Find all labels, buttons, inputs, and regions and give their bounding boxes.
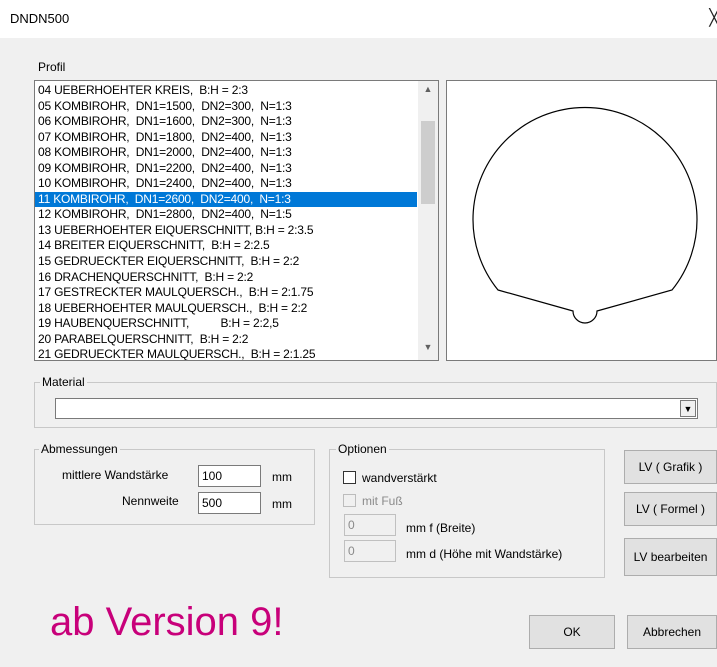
list-item[interactable]: 04 UEBERHOEHTER KREIS, B:H = 2:3 — [35, 83, 417, 99]
abbrechen-button[interactable]: Abbrechen — [627, 615, 717, 649]
list-item[interactable]: 13 UEBERHOEHTER EIQUERSCHNITT, B:H = 2:3… — [35, 223, 417, 239]
chevron-down-icon[interactable]: ▼ — [680, 400, 696, 417]
profile-label: Profil — [38, 60, 66, 74]
list-item[interactable]: 14 BREITER EIQUERSCHNITT, B:H = 2:2.5 — [35, 238, 417, 254]
scroll-down-icon[interactable]: ▼ — [418, 342, 438, 360]
title-bar: DNDN500 ╳ — [0, 0, 717, 38]
list-item[interactable]: 17 GESTRECKTER MAULQUERSCH., B:H = 2:1.7… — [35, 285, 417, 301]
lv-grafik-button[interactable]: LV ( Grafik ) — [624, 450, 717, 484]
wandstaerke-unit: mm — [272, 470, 292, 484]
wandverstaerkt-label: wandverstärkt — [362, 471, 437, 485]
version-promo-text: ab Version 9! — [50, 600, 284, 644]
d-hoehe-input[interactable]: 0 — [344, 540, 396, 562]
list-item[interactable]: 20 PARABELQUERSCHNITT, B:H = 2:2 — [35, 332, 417, 348]
list-item[interactable]: 05 KOMBIROHR, DN1=1500, DN2=300, N=1:3 — [35, 99, 417, 115]
ok-button[interactable]: OK — [529, 615, 615, 649]
abmessungen-label: Abmessungen — [39, 442, 120, 456]
profile-scrollbar[interactable]: ▲ ▼ — [418, 81, 438, 360]
list-item[interactable]: 18 UEBERHOEHTER MAULQUERSCH., B:H = 2:2 — [35, 301, 417, 317]
list-item[interactable]: 12 KOMBIROHR, DN1=2800, DN2=400, N=1:5 — [35, 207, 417, 223]
scroll-thumb[interactable] — [421, 121, 435, 204]
nennweite-label: Nennweite — [122, 494, 179, 508]
window-title: DNDN500 — [10, 11, 70, 26]
list-item[interactable]: 07 KOMBIROHR, DN1=1800, DN2=400, N=1:3 — [35, 130, 417, 146]
d-hoehe-label: mm d (Höhe mit Wandstärke) — [406, 547, 563, 561]
abmessungen-group — [34, 449, 315, 525]
list-item[interactable]: 06 KOMBIROHR, DN1=1600, DN2=300, N=1:3 — [35, 114, 417, 130]
list-item[interactable]: 11 KOMBIROHR, DN1=2600, DN2=400, N=1:3 — [35, 191, 417, 208]
wandstaerke-label: mittlere Wandstärke — [62, 468, 169, 482]
wandverstaerkt-checkbox[interactable] — [343, 471, 356, 484]
profile-shape-icon — [472, 106, 698, 324]
list-item[interactable]: 15 GEDRUECKTER EIQUERSCHNITT, B:H = 2:2 — [35, 254, 417, 270]
list-item[interactable]: 08 KOMBIROHR, DN1=2000, DN2=400, N=1:3 — [35, 145, 417, 161]
list-item[interactable]: 21 GEDRUECKTER MAULQUERSCH., B:H = 2:1.2… — [35, 347, 417, 360]
list-item[interactable]: 19 HAUBENQUERSCHNITT, B:H = 2:2,5 — [35, 316, 417, 332]
list-item[interactable]: 10 KOMBIROHR, DN1=2400, DN2=400, N=1:3 — [35, 176, 417, 192]
profile-listbox[interactable]: 04 UEBERHOEHTER KREIS, B:H = 2:3 05 KOMBI… — [34, 80, 439, 361]
close-icon[interactable]: ╳ — [709, 8, 717, 28]
lv-formel-button[interactable]: LV ( Formel ) — [624, 492, 717, 526]
list-item[interactable]: 16 DRACHENQUERSCHNITT, B:H = 2:2 — [35, 270, 417, 286]
scroll-up-icon[interactable]: ▲ — [418, 84, 438, 102]
mit-fuss-label: mit Fuß — [362, 494, 403, 508]
nennweite-input[interactable]: 500 — [198, 492, 261, 514]
optionen-label: Optionen — [336, 442, 389, 456]
profile-list: 04 UEBERHOEHTER KREIS, B:H = 2:3 05 KOMBI… — [35, 83, 417, 360]
material-label: Material — [40, 375, 87, 389]
material-select[interactable]: ▼ — [55, 398, 698, 419]
f-breite-label: mm f (Breite) — [406, 521, 476, 535]
list-item[interactable]: 09 KOMBIROHR, DN1=2200, DN2=400, N=1:3 — [35, 161, 417, 177]
wandstaerke-input[interactable]: 100 — [198, 465, 261, 487]
nennweite-unit: mm — [272, 497, 292, 511]
profile-preview — [446, 80, 717, 361]
mit-fuss-checkbox[interactable] — [343, 494, 356, 507]
f-breite-input[interactable]: 0 — [344, 514, 396, 536]
lv-bearbeiten-button[interactable]: LV bearbeiten — [624, 538, 717, 576]
